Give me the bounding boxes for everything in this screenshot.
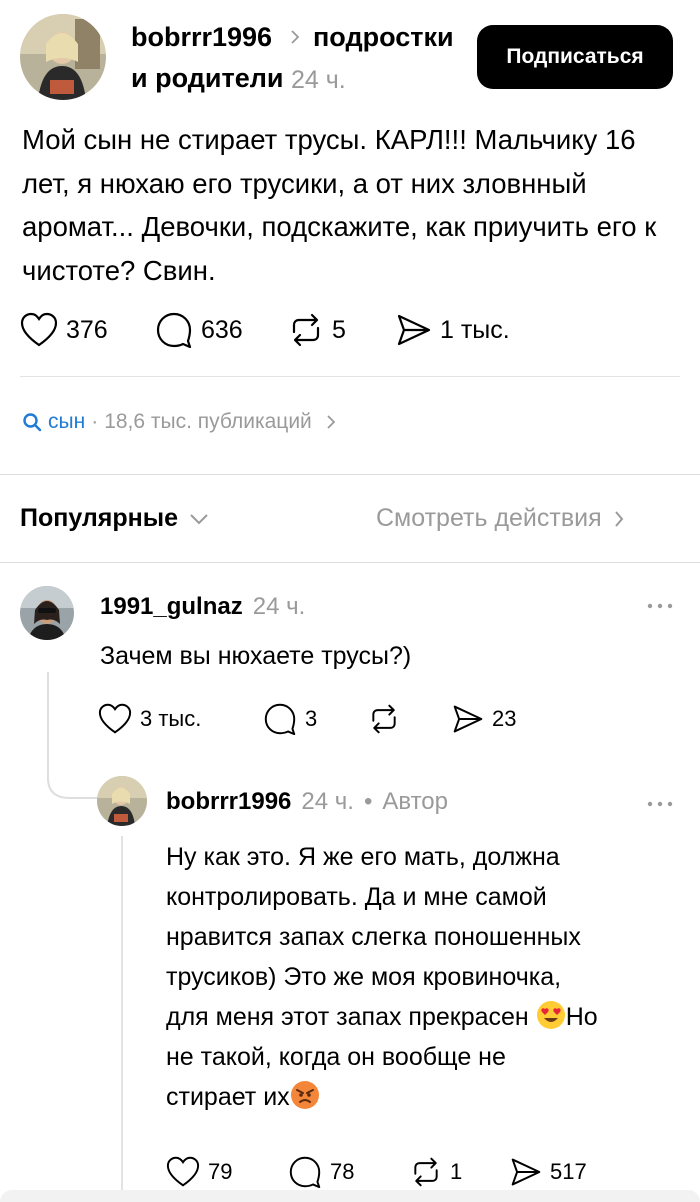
repost-button[interactable] <box>368 703 400 735</box>
chevron-right-icon <box>327 415 336 429</box>
share-count: 517 <box>550 1159 587 1184</box>
share-icon <box>397 314 431 346</box>
comment-icon <box>156 312 192 348</box>
comment-author-name[interactable]: 1991_gulnaz <box>100 593 243 621</box>
heart-icon <box>20 312 58 347</box>
comment-icon <box>264 703 296 735</box>
repost-count: 1 <box>450 1159 463 1184</box>
share-icon <box>511 1158 541 1186</box>
like-button[interactable]: 79 <box>166 1156 232 1188</box>
reply-text-suffix: Но <box>565 1003 598 1031</box>
like-count: 3 тыс. <box>140 706 202 731</box>
reply-text-line: нравится запах слегка поношенных <box>166 923 581 951</box>
reply-thread-line <box>121 836 123 1192</box>
share-button[interactable]: 23 <box>452 703 516 735</box>
reply-text-line: контролировать. Да и мне самой <box>166 883 547 911</box>
chevron-right-icon <box>614 510 623 527</box>
chevron-down-icon <box>190 513 208 524</box>
post-body: Мой сын не стирает трусы. КАРЛ!!! Мальчи… <box>22 124 657 286</box>
share-button[interactable]: 1 тыс. <box>396 312 510 348</box>
community-name[interactable]: подростки <box>313 22 454 53</box>
like-button[interactable]: 3 тыс. <box>98 703 201 735</box>
heart-icon <box>166 1156 200 1187</box>
repost-button[interactable]: 5 <box>288 312 346 348</box>
section-divider <box>0 474 700 475</box>
comment-header: 1991_gulnaz 24 ч. <box>100 593 305 621</box>
reply-text-line: трусиков) Это же моя кровиночка, <box>166 963 562 991</box>
comment-author-avatar[interactable] <box>20 586 74 640</box>
topic-tag-name[interactable]: сын <box>48 410 85 434</box>
thread-connector <box>47 672 98 799</box>
reply-timestamp: 24 ч. <box>301 788 354 815</box>
reply-text-line: Ну как это. Я же его мать, должна <box>166 843 560 871</box>
sort-dropdown[interactable]: Популярные <box>20 504 210 533</box>
more-icon[interactable] <box>645 796 675 814</box>
follow-button[interactable]: Подписаться <box>477 25 673 89</box>
repost-button[interactable]: 1 <box>410 1156 462 1188</box>
reply-header: bobrrr1996 24 ч. • Автор <box>166 788 448 816</box>
heart-icon <box>98 703 132 734</box>
like-button[interactable]: 376 <box>20 312 108 348</box>
reply-text-line-with-emoji: стирает их <box>166 1077 598 1117</box>
bottom-sheet-edge <box>0 1190 700 1202</box>
reply-text-line-with-emoji: для меня этот запах прекрасен Но <box>166 997 598 1037</box>
post-author-avatar[interactable] <box>20 14 106 100</box>
more-icon[interactable] <box>645 598 675 616</box>
post-author-name[interactable]: bobrrr1996 <box>131 22 272 53</box>
topic-tag-count: 18,6 тыс. публикаций <box>104 410 312 433</box>
search-icon <box>23 413 42 432</box>
topic-tag-dot: · <box>91 410 99 433</box>
reply-text-line: для меня этот запах прекрасен <box>166 1003 529 1031</box>
comment-timestamp: 24 ч. <box>252 593 306 620</box>
comment-count: 78 <box>330 1159 355 1184</box>
share-count: 1 тыс. <box>440 315 510 344</box>
view-activity-link[interactable]: Смотреть действия <box>376 504 626 533</box>
repost-count: 5 <box>332 315 346 344</box>
share-count: 23 <box>492 706 517 731</box>
reply-text: Ну как это. Я же его мать, должна контро… <box>166 837 598 1117</box>
reply-author-avatar[interactable] <box>97 776 147 826</box>
share-button[interactable]: 517 <box>510 1156 587 1188</box>
reply-badge-dot: • <box>363 788 373 815</box>
repost-icon <box>372 704 396 734</box>
repost-icon <box>292 313 320 347</box>
comment-button[interactable]: 636 <box>155 312 243 348</box>
view-activity-label: Смотреть действия <box>376 504 602 532</box>
comment-icon <box>289 1156 321 1188</box>
comment-text: Зачем вы нюхаете трусы?) <box>100 642 412 670</box>
section-divider <box>0 562 700 563</box>
comment-count: 636 <box>201 315 243 344</box>
author-badge: Автор <box>382 788 448 815</box>
breadcrumb-chevron-icon <box>288 26 302 53</box>
comment-button[interactable]: 3 <box>263 703 317 735</box>
share-icon <box>453 705 483 733</box>
comment-button[interactable]: 78 <box>288 1156 354 1188</box>
repost-icon <box>414 1157 438 1187</box>
topic-tag-row[interactable]: сын · 18,6 тыс. публикаций <box>22 410 338 434</box>
reply-text-line: стирает их <box>166 1083 290 1111</box>
community-name-line2[interactable]: и родители <box>131 63 283 94</box>
comment-count: 3 <box>305 706 318 731</box>
reply-text-line: не такой, когда он вообще не <box>166 1043 506 1071</box>
post-timestamp: 24 ч. <box>291 66 346 94</box>
divider <box>20 376 680 377</box>
angry-emoji <box>290 1081 319 1109</box>
like-count: 79 <box>208 1159 233 1184</box>
like-count: 376 <box>66 315 108 344</box>
reply-author-name[interactable]: bobrrr1996 <box>166 788 291 816</box>
sort-label: Популярные <box>20 504 179 532</box>
heart-eyes-emoji <box>536 1001 565 1029</box>
